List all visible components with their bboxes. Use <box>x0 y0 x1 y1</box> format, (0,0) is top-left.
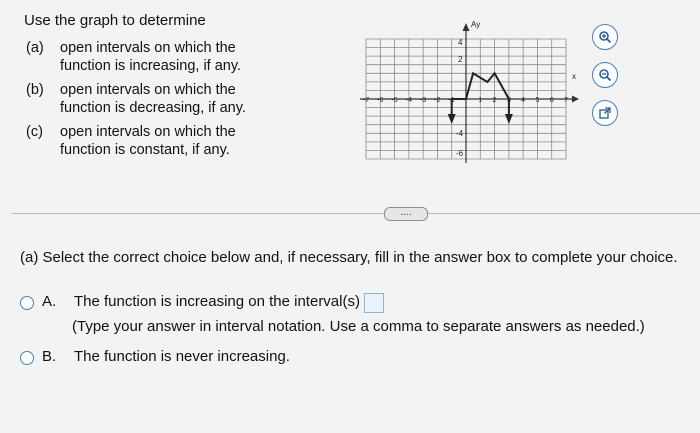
question-letter: (b) <box>26 82 44 98</box>
x-tick-label: -6 <box>377 97 383 104</box>
x-tick-label: 1 <box>478 97 482 104</box>
question-intro: Use the graph to determine <box>24 12 206 29</box>
x-axis-arrow <box>572 95 579 103</box>
y-tick-label: 4 <box>458 38 463 47</box>
choice-text: The function is increasing on the interv… <box>74 293 360 310</box>
x-axis-label: x <box>572 72 576 81</box>
external-link-icon[interactable] <box>592 100 618 126</box>
question-text: open intervals on which the function is … <box>60 124 236 158</box>
choice-letter: B. <box>42 348 57 365</box>
question-item-c: (c) open intervals on which the function… <box>26 124 276 159</box>
radio-button[interactable] <box>20 351 34 365</box>
interval-answer-input[interactable] <box>363 293 384 313</box>
graph-svg: Ay x 4 2 -4 -6 -7 -6 -5 -4 -3 -2 -1 1 2 … <box>360 20 579 163</box>
y-tick-label: -6 <box>456 149 464 158</box>
question-item-b: (b) open intervals on which the function… <box>26 82 276 117</box>
y-tick-label: 2 <box>458 55 463 64</box>
x-tick-label: -2 <box>434 97 440 104</box>
question-item-a: (a) open intervals on which the function… <box>26 40 276 75</box>
x-tick-label: -5 <box>391 97 397 104</box>
function-graph: Ay x 4 2 -4 -6 -7 -6 -5 -4 -3 -2 -1 1 2 … <box>358 18 588 168</box>
part-a-prompt: (a) Select the correct choice below and,… <box>20 249 678 266</box>
x-tick-label: 3 <box>507 97 511 104</box>
expand-button[interactable]: .... <box>384 207 428 221</box>
answer-hint: (Type your answer in interval notation. … <box>72 318 645 335</box>
zoom-out-icon[interactable] <box>592 62 618 88</box>
x-tick-label: 7 <box>564 97 568 104</box>
x-tick-label: -7 <box>363 97 369 104</box>
zoom-in-icon[interactable] <box>592 24 618 50</box>
x-tick-label: -1 <box>449 97 455 104</box>
x-tick-label: -4 <box>406 97 412 104</box>
radio-button[interactable] <box>20 296 34 310</box>
y-axis-arrow <box>462 23 470 31</box>
choice-a[interactable]: A. The function is increasing on the int… <box>20 293 384 313</box>
x-tick-label: 2 <box>493 97 497 104</box>
question-letter: (a) <box>26 40 44 56</box>
x-tick-label: -3 <box>420 97 426 104</box>
question-text: open intervals on which the function is … <box>60 82 246 116</box>
curve-arrow-right <box>504 114 513 124</box>
question-letter: (c) <box>26 124 43 140</box>
curve-arrow-left <box>447 114 456 124</box>
x-tick-label: 5 <box>535 97 539 104</box>
graph-tools <box>592 24 624 138</box>
choice-letter: A. <box>42 293 57 310</box>
choice-b[interactable]: B. The function is never increasing. <box>20 348 290 366</box>
question-list: (a) open intervals on which the function… <box>26 40 276 166</box>
section-divider <box>12 213 700 214</box>
x-tick-label: 6 <box>550 97 554 104</box>
y-tick-label: -4 <box>456 129 464 138</box>
question-text: open intervals on which the function is … <box>60 40 242 74</box>
x-tick-label: 4 <box>521 97 525 104</box>
y-axis-label: Ay <box>471 20 480 29</box>
choice-text: The function is never increasing. <box>74 348 290 365</box>
